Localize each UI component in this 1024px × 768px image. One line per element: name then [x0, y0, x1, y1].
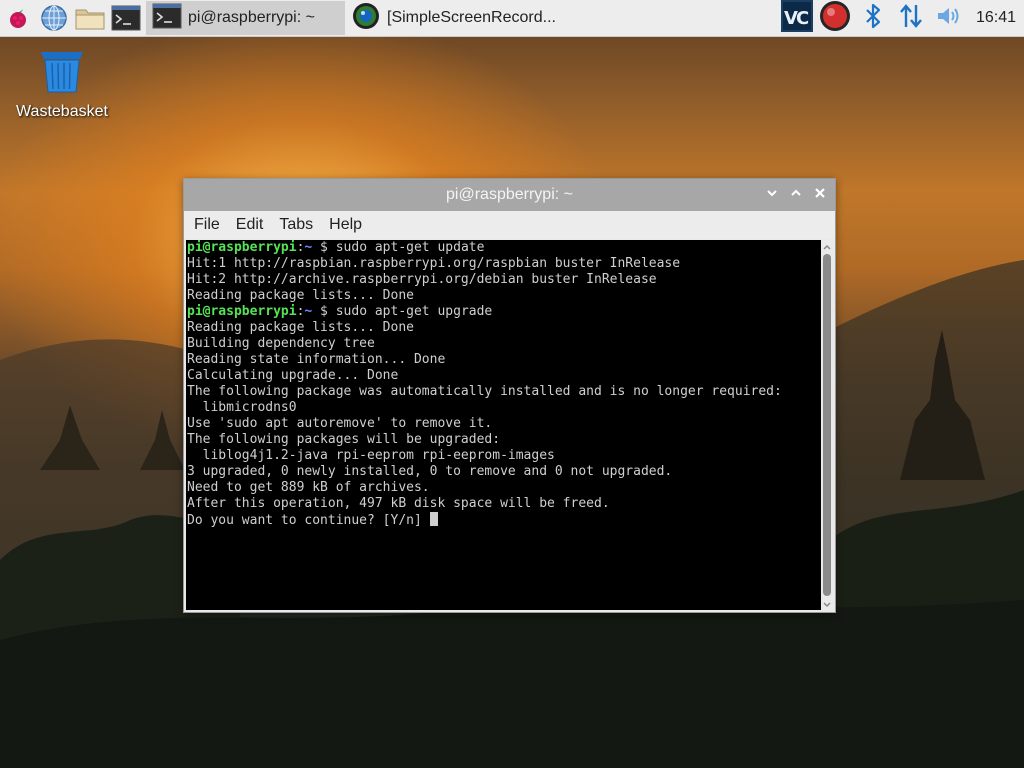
chevron-down-icon [766, 186, 778, 204]
line-text: After this operation, 497 kB disk space … [187, 496, 610, 511]
bluetooth-icon [863, 3, 883, 34]
web-browser-launcher[interactable] [36, 0, 72, 36]
minimize-button[interactable] [763, 186, 781, 204]
network-icon [898, 3, 924, 34]
line-text: Building dependency tree [187, 336, 375, 351]
line-text: The following packages will be upgraded: [187, 432, 501, 447]
prompt-user: pi@raspberrypi [187, 240, 297, 255]
line-text: libmicrodns0 [187, 400, 297, 415]
terminal-output-line: libmicrodns0 [187, 400, 822, 416]
volume-icon [935, 4, 963, 33]
terminal-output-line: Reading package lists... Done [187, 288, 822, 304]
scrollbar-thumb[interactable] [823, 254, 831, 596]
prompt-path: ~ [304, 304, 313, 319]
line-text: 3 upgraded, 0 newly installed, 0 to remo… [187, 464, 673, 479]
task-terminal[interactable]: pi@raspberrypi: ~ [146, 1, 345, 35]
terminal-output-line: liblog4j1.2-java rpi-eeprom rpi-eeprom-i… [187, 448, 822, 464]
line-text: Need to get 889 kB of archives. [187, 480, 430, 495]
prompt-command: sudo apt-get update [335, 240, 485, 255]
line-text: Reading package lists... Done [187, 288, 414, 303]
terminal-output-line: The following package was automatically … [187, 384, 822, 400]
network-tray-button[interactable] [892, 0, 930, 36]
desktop-icon-label: Wastebasket [16, 103, 108, 120]
line-text: Hit:2 http://archive.raspberrypi.org/deb… [187, 272, 657, 287]
terminal-output-line: Need to get 889 kB of archives. [187, 480, 822, 496]
window-title: pi@raspberrypi: ~ [446, 186, 573, 203]
terminal-window: pi@raspberrypi: ~ File Edit Tabs Help pi… [183, 178, 836, 613]
terminal-output-line: Calculating upgrade... Done [187, 368, 822, 384]
task-label: [SimpleScreenRecord... [387, 9, 556, 26]
vnc-icon: V C [780, 0, 814, 38]
line-text: Reading state information... Done [187, 352, 446, 367]
menubar: File Edit Tabs Help [184, 211, 835, 239]
taskbar: pi@raspberrypi: ~ [SimpleScreenRecord...… [0, 0, 1024, 37]
terminal-output-line: Building dependency tree [187, 336, 822, 352]
terminal-launcher[interactable] [108, 0, 144, 36]
line-text: Use 'sudo apt autoremove' to remove it. [187, 416, 493, 431]
file-manager-launcher[interactable] [72, 0, 108, 36]
window-controls [763, 179, 829, 211]
clock[interactable]: 16:41 [968, 9, 1024, 27]
task-screen-recorder[interactable]: [SimpleScreenRecord... [345, 1, 556, 36]
vnc-tray-button[interactable]: V C [778, 0, 816, 36]
web-browser-icon [40, 4, 68, 32]
close-icon [814, 186, 826, 204]
terminal-prompt-line: pi@raspberrypi:~ $ sudo apt-get update [187, 240, 485, 255]
terminal-output-line: Reading state information... Done [187, 352, 822, 368]
menu-help[interactable]: Help [321, 216, 370, 234]
bluetooth-tray-button[interactable] [854, 0, 892, 36]
terminal-output[interactable]: pi@raspberrypi:~ $ sudo apt-get update Hi… [186, 240, 822, 610]
raspberry-menu-button[interactable] [0, 0, 36, 36]
close-button[interactable] [811, 186, 829, 204]
terminal-prompt-line: pi@raspberrypi:~ $ sudo apt-get upgrade [187, 304, 493, 319]
volume-tray-button[interactable] [930, 0, 968, 36]
scroll-down-arrow-icon[interactable] [821, 598, 833, 610]
screen-recorder-icon [351, 1, 381, 36]
scroll-up-arrow-icon[interactable] [821, 240, 833, 252]
menu-tabs[interactable]: Tabs [271, 216, 321, 234]
prompt-user: pi@raspberrypi [187, 304, 297, 319]
terminal-output-line: After this operation, 497 kB disk space … [187, 496, 822, 512]
menu-file[interactable]: File [186, 216, 228, 234]
terminal-icon [111, 5, 141, 31]
window-titlebar[interactable]: pi@raspberrypi: ~ [184, 179, 835, 211]
svg-text:C: C [796, 8, 809, 29]
file-manager-icon [74, 5, 106, 31]
prompt-path: ~ [304, 240, 313, 255]
terminal-icon [152, 3, 182, 34]
desktop-icon-wastebasket[interactable]: Wastebasket [12, 48, 112, 121]
record-icon [818, 0, 852, 38]
raspberry-menu-icon [5, 5, 31, 31]
task-label: pi@raspberrypi: ~ [188, 9, 315, 26]
line-text: Reading package lists... Done [187, 320, 414, 335]
system-tray: V C 16:41 [778, 0, 1024, 36]
terminal-output-line: Reading package lists... Done [187, 320, 822, 336]
wastebasket-icon [38, 52, 86, 100]
record-tray-button[interactable] [816, 0, 854, 36]
terminal-output-line: Hit:1 http://raspbian.raspberrypi.org/ra… [187, 256, 822, 272]
terminal-input-line: Do you want to continue? [Y/n] [187, 512, 822, 528]
terminal-scrollbar[interactable] [821, 240, 833, 610]
maximize-button[interactable] [787, 186, 805, 204]
terminal-output-line: Hit:2 http://archive.raspberrypi.org/deb… [187, 272, 822, 288]
line-text: Hit:1 http://raspbian.raspberrypi.org/ra… [187, 256, 681, 271]
line-text: Calculating upgrade... Done [187, 368, 399, 383]
menu-edit[interactable]: Edit [228, 216, 272, 234]
text-cursor [429, 512, 438, 526]
prompt-command: sudo apt-get upgrade [335, 304, 493, 319]
terminal-output-line: Use 'sudo apt autoremove' to remove it. [187, 416, 822, 432]
line-text: Do you want to continue? [Y/n] [187, 513, 430, 528]
line-text: The following package was automatically … [187, 384, 782, 399]
terminal-output-line: The following packages will be upgraded: [187, 432, 822, 448]
chevron-up-icon [790, 186, 802, 204]
terminal-output-line: 3 upgraded, 0 newly installed, 0 to remo… [187, 464, 822, 480]
line-text: liblog4j1.2-java rpi-eeprom rpi-eeprom-i… [187, 448, 555, 463]
